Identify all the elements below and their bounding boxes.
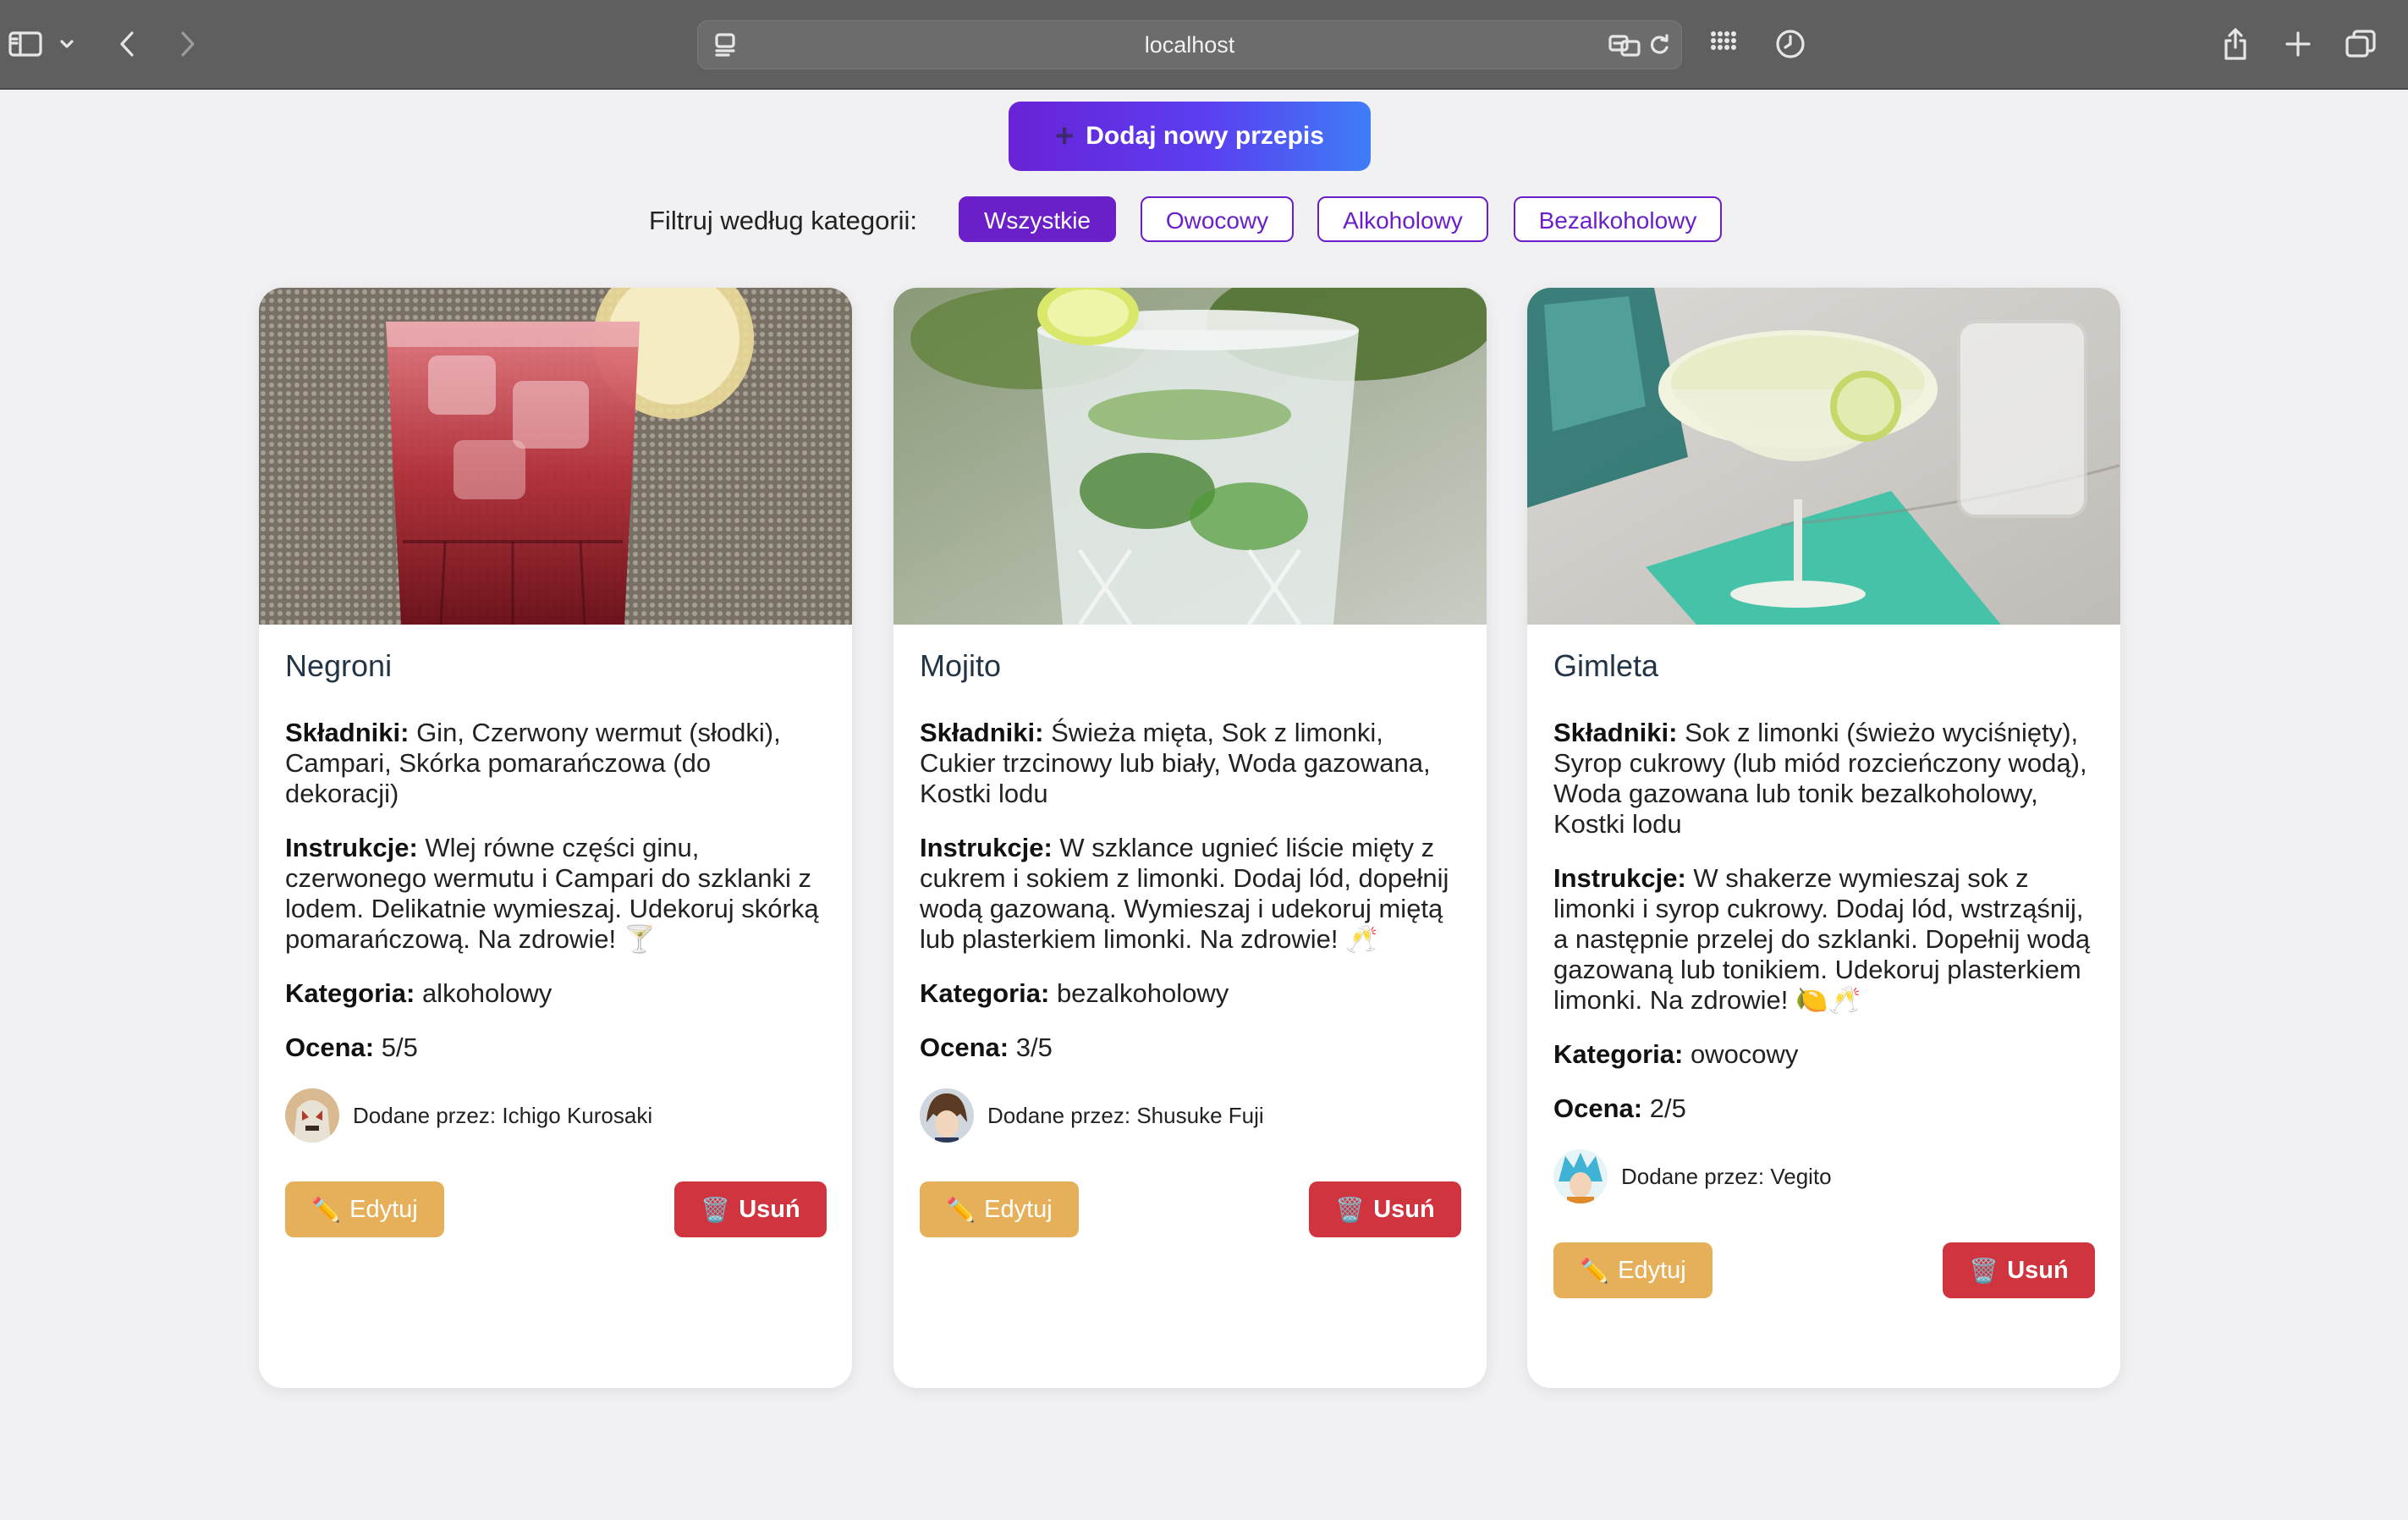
add-recipe-label: Dodaj nowy przepis	[1086, 122, 1324, 150]
category-label: Kategoria:	[285, 978, 415, 1008]
category-value: alkoholowy	[421, 978, 553, 1008]
browser-toolbar: localhost	[0, 0, 2408, 90]
add-recipe-button[interactable]: + Dodaj nowy przepis	[1009, 102, 1371, 171]
reload-icon[interactable]	[1644, 23, 1674, 67]
delete-label: Usuń	[1373, 1195, 1435, 1223]
delete-button[interactable]: 🗑️ Usuń	[1943, 1242, 2095, 1298]
share-icon[interactable]	[2217, 22, 2254, 66]
instructions-label: Instrukcje:	[920, 833, 1053, 862]
recipe-instructions: Instrukcje: Wlej równe części ginu, czer…	[285, 833, 827, 955]
recipe-instructions: Instrukcje: W shakerze wymieszaj sok z l…	[1553, 863, 2095, 1016]
rating-label: Ocena:	[920, 1033, 1009, 1062]
new-tab-plus-icon[interactable]	[2279, 22, 2317, 66]
trash-icon: 🗑️	[1335, 1196, 1366, 1223]
author-name: Ichigo Kurosaki	[502, 1102, 653, 1128]
added-by-label: Dodane przez:	[1621, 1163, 1765, 1189]
recipe-card: Negroni Składniki: Gin, Czerwony wermut …	[259, 288, 852, 1388]
apps-grid-icon[interactable]	[1706, 22, 1741, 66]
edit-label: Edytuj	[984, 1195, 1053, 1223]
recipe-rating: Ocena: 5/5	[285, 1033, 827, 1063]
recipe-card: Gimleta Składniki: Sok z limonki (świeżo…	[1527, 288, 2120, 1388]
edit-label: Edytuj	[349, 1195, 418, 1223]
chevron-down-icon[interactable]	[56, 22, 78, 66]
plus-icon: +	[1055, 118, 1075, 154]
category-filter: Filtruj według kategorii: Wszystkie Owoc…	[0, 196, 2408, 245]
category-value: owocowy	[1690, 1039, 1799, 1069]
author-name: Vegito	[1770, 1163, 1832, 1189]
address-bar[interactable]: localhost	[697, 20, 1682, 69]
rating-value: 2/5	[1649, 1093, 1686, 1123]
forward-icon[interactable]	[171, 22, 205, 66]
delete-label: Usuń	[739, 1195, 800, 1223]
recipe-category: Kategoria: owocowy	[1553, 1039, 2095, 1070]
delete-button[interactable]: 🗑️ Usuń	[1309, 1181, 1461, 1237]
card-actions: ✏️ Edytuj 🗑️ Usuń	[920, 1181, 1461, 1239]
edit-button[interactable]: ✏️ Edytuj	[920, 1181, 1079, 1237]
recipe-photo-gimleta	[1527, 288, 2120, 625]
recipe-title: Mojito	[920, 648, 1002, 683]
instructions-label: Instrukcje:	[285, 833, 418, 862]
trash-icon: 🗑️	[701, 1196, 731, 1223]
recipe-photo-mojito	[893, 288, 1487, 625]
card-actions: ✏️ Edytuj 🗑️ Usuń	[1553, 1242, 2095, 1300]
pencil-icon: ✏️	[311, 1196, 342, 1223]
avatar	[285, 1088, 339, 1143]
category-label: Kategoria:	[1553, 1039, 1684, 1069]
trash-icon: 🗑️	[1969, 1257, 1999, 1284]
edit-button[interactable]: ✏️ Edytuj	[1553, 1242, 1713, 1298]
recipe-title: Negroni	[285, 648, 393, 683]
category-value: bezalkoholowy	[1056, 978, 1229, 1008]
recipe-author: Dodane przez: Ichigo Kurosaki	[285, 1087, 827, 1144]
filter-chip-bezalkoholowy[interactable]: Bezalkoholowy	[1514, 196, 1722, 242]
rating-value: 3/5	[1015, 1033, 1053, 1062]
recipe-photo-negroni	[259, 288, 852, 625]
added-by-label: Dodane przez:	[353, 1102, 497, 1128]
filter-label: Filtruj według kategorii:	[649, 206, 918, 235]
filter-chip-wszystkie[interactable]: Wszystkie	[959, 196, 1116, 242]
recipe-rating: Ocena: 2/5	[1553, 1093, 2095, 1124]
recipe-author: Dodane przez: Shusuke Fuji	[920, 1087, 1461, 1144]
card-actions: ✏️ Edytuj 🗑️ Usuń	[285, 1181, 827, 1239]
recipe-title: Gimleta	[1553, 648, 1659, 683]
url-text: localhost	[1144, 32, 1235, 58]
filter-chip-owocowy[interactable]: Owocowy	[1141, 196, 1294, 242]
pencil-icon: ✏️	[946, 1196, 976, 1223]
rating-label: Ocena:	[285, 1033, 375, 1062]
ingredients-label: Składniki:	[285, 718, 410, 747]
translate-icon[interactable]	[1605, 23, 1646, 67]
history-clock-icon[interactable]	[1772, 22, 1809, 66]
author-name: Shusuke Fuji	[1136, 1102, 1264, 1128]
added-by-label: Dodane przez:	[987, 1102, 1131, 1128]
recipe-rating: Ocena: 3/5	[920, 1033, 1461, 1063]
category-label: Kategoria:	[920, 978, 1050, 1008]
avatar	[920, 1088, 974, 1143]
edit-label: Edytuj	[1618, 1256, 1686, 1284]
recipe-instructions: Instrukcje: W szklance ugnieć liście mię…	[920, 833, 1461, 955]
delete-button[interactable]: 🗑️ Usuń	[674, 1181, 827, 1237]
instructions-label: Instrukcje:	[1553, 863, 1686, 893]
delete-label: Usuń	[2007, 1256, 2069, 1284]
edit-button[interactable]: ✏️ Edytuj	[285, 1181, 444, 1237]
ingredients-label: Składniki:	[1553, 718, 1678, 747]
recipe-author: Dodane przez: Vegito	[1553, 1148, 2095, 1205]
pencil-icon: ✏️	[1580, 1257, 1610, 1284]
rating-value: 5/5	[381, 1033, 418, 1062]
recipe-category: Kategoria: bezalkoholowy	[920, 978, 1461, 1009]
recipe-ingredients: Składniki: Sok z limonki (świeżo wyciśni…	[1553, 718, 2095, 840]
author-text: Dodane przez: Shusuke Fuji	[987, 1103, 1264, 1129]
avatar	[1553, 1149, 1608, 1203]
author-text: Dodane przez: Ichigo Kurosaki	[353, 1103, 652, 1129]
rating-label: Ocena:	[1553, 1093, 1643, 1123]
author-text: Dodane przez: Vegito	[1621, 1164, 1832, 1190]
recipe-ingredients: Składniki: Świeża mięta, Sok z limonki, …	[920, 718, 1461, 809]
recipe-ingredients: Składniki: Gin, Czerwony wermut (słodki)…	[285, 718, 827, 809]
sidebar-toggle-icon[interactable]	[3, 22, 47, 66]
back-icon[interactable]	[110, 22, 144, 66]
ingredients-label: Składniki:	[920, 718, 1044, 747]
recipe-category: Kategoria: alkoholowy	[285, 978, 827, 1009]
recipe-card: Mojito Składniki: Świeża mięta, Sok z li…	[893, 288, 1487, 1388]
filter-chip-alkoholowy[interactable]: Alkoholowy	[1317, 196, 1488, 242]
tab-overview-icon[interactable]	[2340, 22, 2381, 66]
